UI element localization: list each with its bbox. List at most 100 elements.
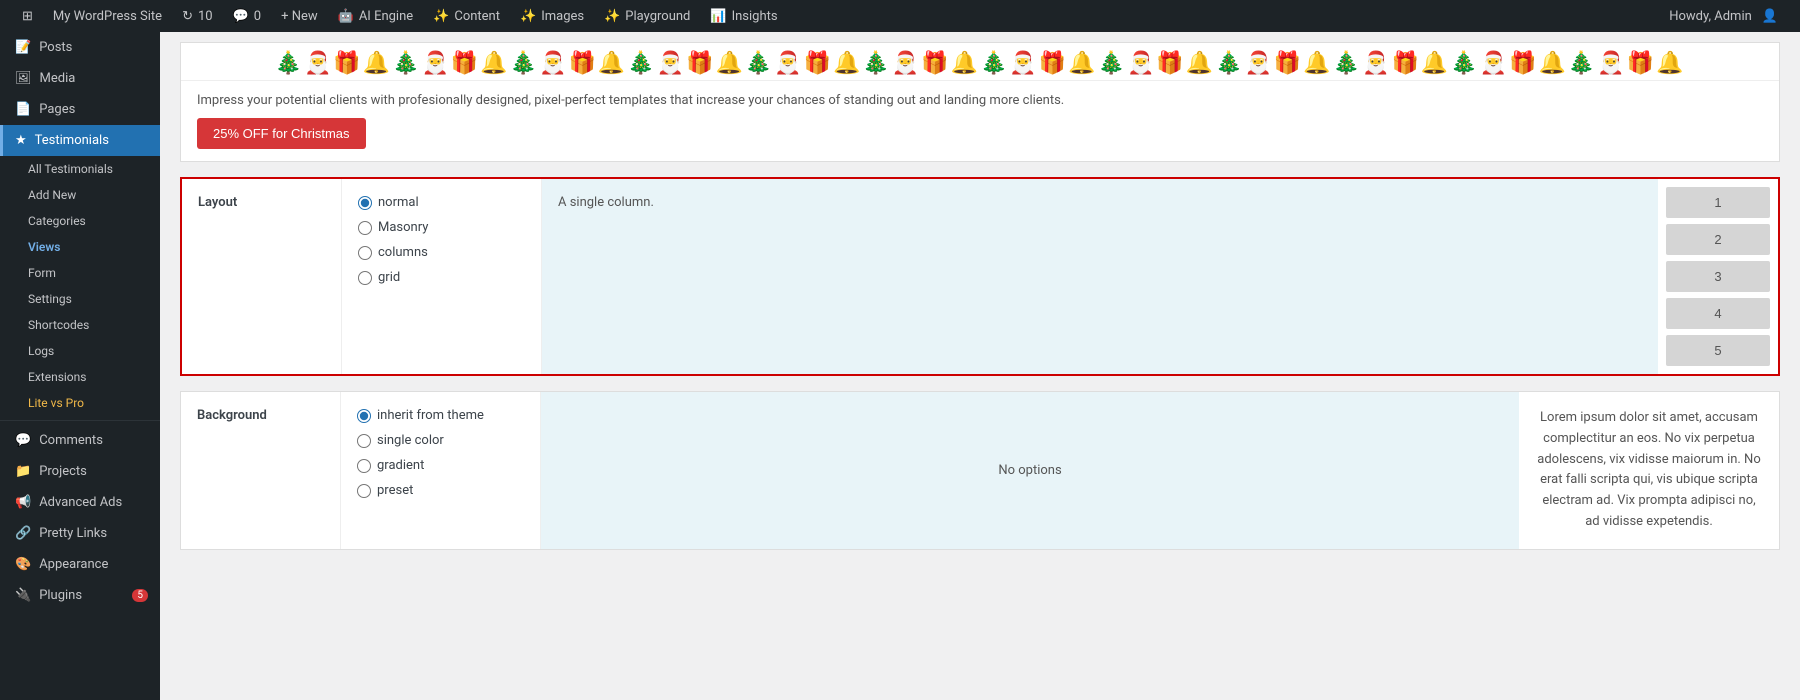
layout-option-grid[interactable]: grid xyxy=(358,270,525,285)
bg-option-preset-label: preset xyxy=(377,483,413,498)
adminbar-comments[interactable]: 💬 0 xyxy=(223,0,272,32)
layout-radio-grid[interactable] xyxy=(358,271,372,285)
background-section: Background inherit from theme single col… xyxy=(180,391,1780,550)
bg-lorem-text: Lorem ipsum dolor sit amet, accusam comp… xyxy=(1519,392,1779,549)
sidebar-item-advanced-ads[interactable]: 📢 Advanced Ads xyxy=(0,487,160,518)
images-icon: ✨ xyxy=(520,9,536,24)
new-label: + New xyxy=(281,9,318,24)
ai-engine-label: AI Engine xyxy=(359,9,413,24)
sidebar-item-appearance[interactable]: 🎨 Appearance xyxy=(0,549,160,580)
bg-radio-single-color[interactable] xyxy=(357,434,371,448)
bg-radio-inherit[interactable] xyxy=(357,409,371,423)
layout-number-2[interactable]: 2 xyxy=(1666,224,1770,255)
sidebar-sub-extensions[interactable]: Extensions xyxy=(0,364,160,390)
plugins-label: Plugins xyxy=(39,588,82,603)
layout-option-columns[interactable]: columns xyxy=(358,245,525,260)
playground-label: Playground xyxy=(625,9,690,24)
christmas-banner: 🎄🎅🎁🔔🎄🎅🎁🔔🎄🎅🎁🔔🎄🎅🎁🔔🎄🎅🎁🔔🎄🎅🎁🔔🎄🎅🎁🔔🎄🎅🎁🔔🎄🎅🎁🔔🎄🎅🎁🔔… xyxy=(180,42,1780,162)
sidebar-sub-logs[interactable]: Logs xyxy=(0,338,160,364)
layout-label: Layout xyxy=(182,179,342,374)
sidebar-item-posts[interactable]: 📝 Posts xyxy=(0,32,160,63)
main-content: 🎄🎅🎁🔔🎄🎅🎁🔔🎄🎅🎁🔔🎄🎅🎁🔔🎄🎅🎁🔔🎄🎅🎁🔔🎄🎅🎁🔔🎄🎅🎁🔔🎄🎅🎁🔔🎄🎅🎁🔔… xyxy=(160,32,1800,700)
layout-number-4[interactable]: 4 xyxy=(1666,298,1770,329)
sidebar-sub-views[interactable]: Views xyxy=(0,234,160,260)
bg-option-inherit-label: inherit from theme xyxy=(377,408,484,423)
testimonials-label: Testimonials xyxy=(35,133,109,148)
bg-option-gradient[interactable]: gradient xyxy=(357,458,524,473)
advanced-ads-icon: 📢 xyxy=(15,495,31,510)
posts-icon: 📝 xyxy=(15,40,31,55)
adminbar-site-icon[interactable]: ⊞ xyxy=(12,0,43,32)
appearance-icon: 🎨 xyxy=(15,557,31,572)
sidebar-sub-shortcodes[interactable]: Shortcodes xyxy=(0,312,160,338)
bg-radio-gradient[interactable] xyxy=(357,459,371,473)
bg-option-preset[interactable]: preset xyxy=(357,483,524,498)
layout-option-columns-label: columns xyxy=(378,245,428,260)
content-icon: ✨ xyxy=(433,9,449,24)
updates-icon: ↻ xyxy=(182,9,193,24)
bg-option-gradient-label: gradient xyxy=(377,458,424,473)
adminbar-playground[interactable]: ✨ Playground xyxy=(594,0,700,32)
layout-radio-normal[interactable] xyxy=(358,196,372,210)
admin-avatar-icon: 👤 xyxy=(1762,9,1778,24)
adminbar-ai-engine[interactable]: 🤖 AI Engine xyxy=(328,0,424,32)
sidebar-item-comments[interactable]: 💬 Comments xyxy=(0,425,160,456)
sidebar-sub-add-new[interactable]: Add New xyxy=(0,182,160,208)
layout-option-grid-label: grid xyxy=(378,270,400,285)
adminbar-updates[interactable]: ↻ 10 xyxy=(172,0,223,32)
layout-radio-masonry[interactable] xyxy=(358,221,372,235)
sidebar-sub-lite-vs-pro[interactable]: Lite vs Pro xyxy=(0,390,160,416)
wp-logo-icon: ⊞ xyxy=(22,9,33,24)
adminbar-images[interactable]: ✨ Images xyxy=(510,0,594,32)
bg-option-inherit[interactable]: inherit from theme xyxy=(357,408,524,423)
updates-count: 10 xyxy=(198,9,213,24)
bg-option-single-color[interactable]: single color xyxy=(357,433,524,448)
sidebar-divider-1 xyxy=(0,420,160,421)
sidebar-sub-form[interactable]: Form xyxy=(0,260,160,286)
layout-number-3[interactable]: 3 xyxy=(1666,261,1770,292)
adminbar-site-name[interactable]: My WordPress Site xyxy=(43,0,172,32)
layout-option-normal[interactable]: normal xyxy=(358,195,525,210)
sidebar-item-projects[interactable]: 📁 Projects xyxy=(0,456,160,487)
sidebar-item-pretty-links[interactable]: 🔗 Pretty Links xyxy=(0,518,160,549)
projects-label: Projects xyxy=(39,464,87,479)
bg-no-options: No options xyxy=(541,392,1519,549)
christmas-decoration: 🎄🎅🎁🔔🎄🎅🎁🔔🎄🎅🎁🔔🎄🎅🎁🔔🎄🎅🎁🔔🎄🎅🎁🔔🎄🎅🎁🔔🎄🎅🎁🔔🎄🎅🎁🔔🎄🎅🎁🔔… xyxy=(181,43,1779,81)
insights-label: Insights xyxy=(732,9,778,24)
pretty-links-label: Pretty Links xyxy=(39,526,107,541)
sidebar-item-plugins[interactable]: 🔌 Plugins 5 xyxy=(0,580,160,611)
layout-preview: A single column. xyxy=(542,179,1658,374)
sidebar-sub-all-testimonials[interactable]: All Testimonials xyxy=(0,156,160,182)
christmas-text: Impress your potential clients with prof… xyxy=(197,93,1763,108)
admin-bar: ⊞ My WordPress Site ↻ 10 💬 0 + New 🤖 AI … xyxy=(0,0,1800,32)
adminbar-site-name-label: My WordPress Site xyxy=(53,9,162,24)
bg-radio-preset[interactable] xyxy=(357,484,371,498)
adminbar-content[interactable]: ✨ Content xyxy=(423,0,510,32)
layout-radio-columns[interactable] xyxy=(358,246,372,260)
plugins-icon: 🔌 xyxy=(15,588,31,603)
adminbar-insights[interactable]: 📊 Insights xyxy=(700,0,787,32)
sidebar-sub-categories[interactable]: Categories xyxy=(0,208,160,234)
sidebar-sub-settings[interactable]: Settings xyxy=(0,286,160,312)
sidebar: 📝 Posts 🖼 Media 📄 Pages ★ Testimonials A… xyxy=(0,32,160,700)
sidebar-item-pages[interactable]: 📄 Pages xyxy=(0,94,160,125)
background-options: inherit from theme single color gradient… xyxy=(341,392,541,549)
plugins-badge: 5 xyxy=(132,589,148,602)
layout-number-5[interactable]: 5 xyxy=(1666,335,1770,366)
pages-icon: 📄 xyxy=(15,102,31,117)
comments-count: 0 xyxy=(254,9,261,24)
sidebar-item-media[interactable]: 🖼 Media xyxy=(0,63,160,94)
insights-icon: 📊 xyxy=(710,9,726,24)
christmas-button[interactable]: 25% OFF for Christmas xyxy=(197,118,366,149)
testimonials-icon: ★ xyxy=(15,133,27,148)
images-label: Images xyxy=(541,9,584,24)
layout-option-masonry[interactable]: Masonry xyxy=(358,220,525,235)
content-label: Content xyxy=(454,9,500,24)
advanced-ads-label: Advanced Ads xyxy=(39,495,122,510)
adminbar-new[interactable]: + New xyxy=(271,0,328,32)
layout-option-masonry-label: Masonry xyxy=(378,220,428,235)
playground-icon: ✨ xyxy=(604,9,620,24)
layout-number-1[interactable]: 1 xyxy=(1666,187,1770,218)
projects-icon: 📁 xyxy=(15,464,31,479)
sidebar-item-testimonials[interactable]: ★ Testimonials xyxy=(0,125,160,156)
